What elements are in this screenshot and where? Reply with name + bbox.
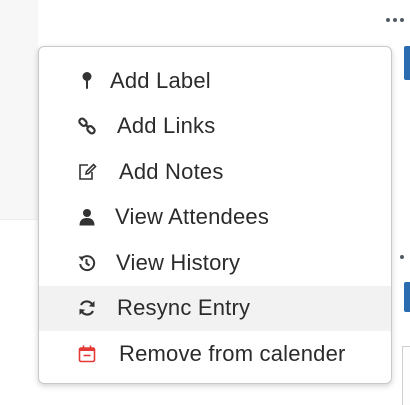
menu-item-resync-entry[interactable]: Resync Entry [39, 285, 391, 331]
menu-item-label: Add Links [117, 113, 216, 139]
background-left-panel [0, 0, 38, 220]
more-options-icon-partial[interactable] [400, 255, 404, 259]
menu-item-add-label[interactable]: Add Label [39, 58, 391, 104]
calendar-remove-icon [76, 343, 98, 365]
menu-item-view-history[interactable]: View History [39, 240, 391, 286]
menu-item-add-links[interactable]: Add Links [39, 104, 391, 150]
entry-context-menu: Add Label Add Links Add Notes View Atten… [38, 46, 392, 384]
menu-item-label: Remove from calender [119, 340, 346, 366]
more-options-icon[interactable] [386, 18, 404, 22]
menu-item-label: Resync Entry [117, 295, 251, 321]
event-chip-edge[interactable] [404, 282, 410, 312]
menu-item-add-notes[interactable]: Add Notes [39, 149, 391, 195]
adjacent-card-edge [402, 346, 410, 405]
event-chip-edge[interactable] [404, 46, 410, 80]
menu-item-label: Add Notes [119, 158, 224, 184]
menu-item-view-attendees[interactable]: View Attendees [39, 195, 391, 241]
menu-item-label: View History [116, 249, 241, 275]
link-icon [76, 115, 98, 137]
history-icon [76, 252, 98, 274]
pin-icon [76, 70, 98, 92]
edit-note-icon [76, 161, 98, 183]
menu-item-remove-from-calendar[interactable]: Remove from calender [39, 331, 391, 377]
sync-icon [76, 297, 98, 319]
menu-item-label: Add Label [110, 67, 211, 93]
menu-item-label: View Attendees [115, 204, 270, 230]
user-icon [76, 206, 98, 228]
